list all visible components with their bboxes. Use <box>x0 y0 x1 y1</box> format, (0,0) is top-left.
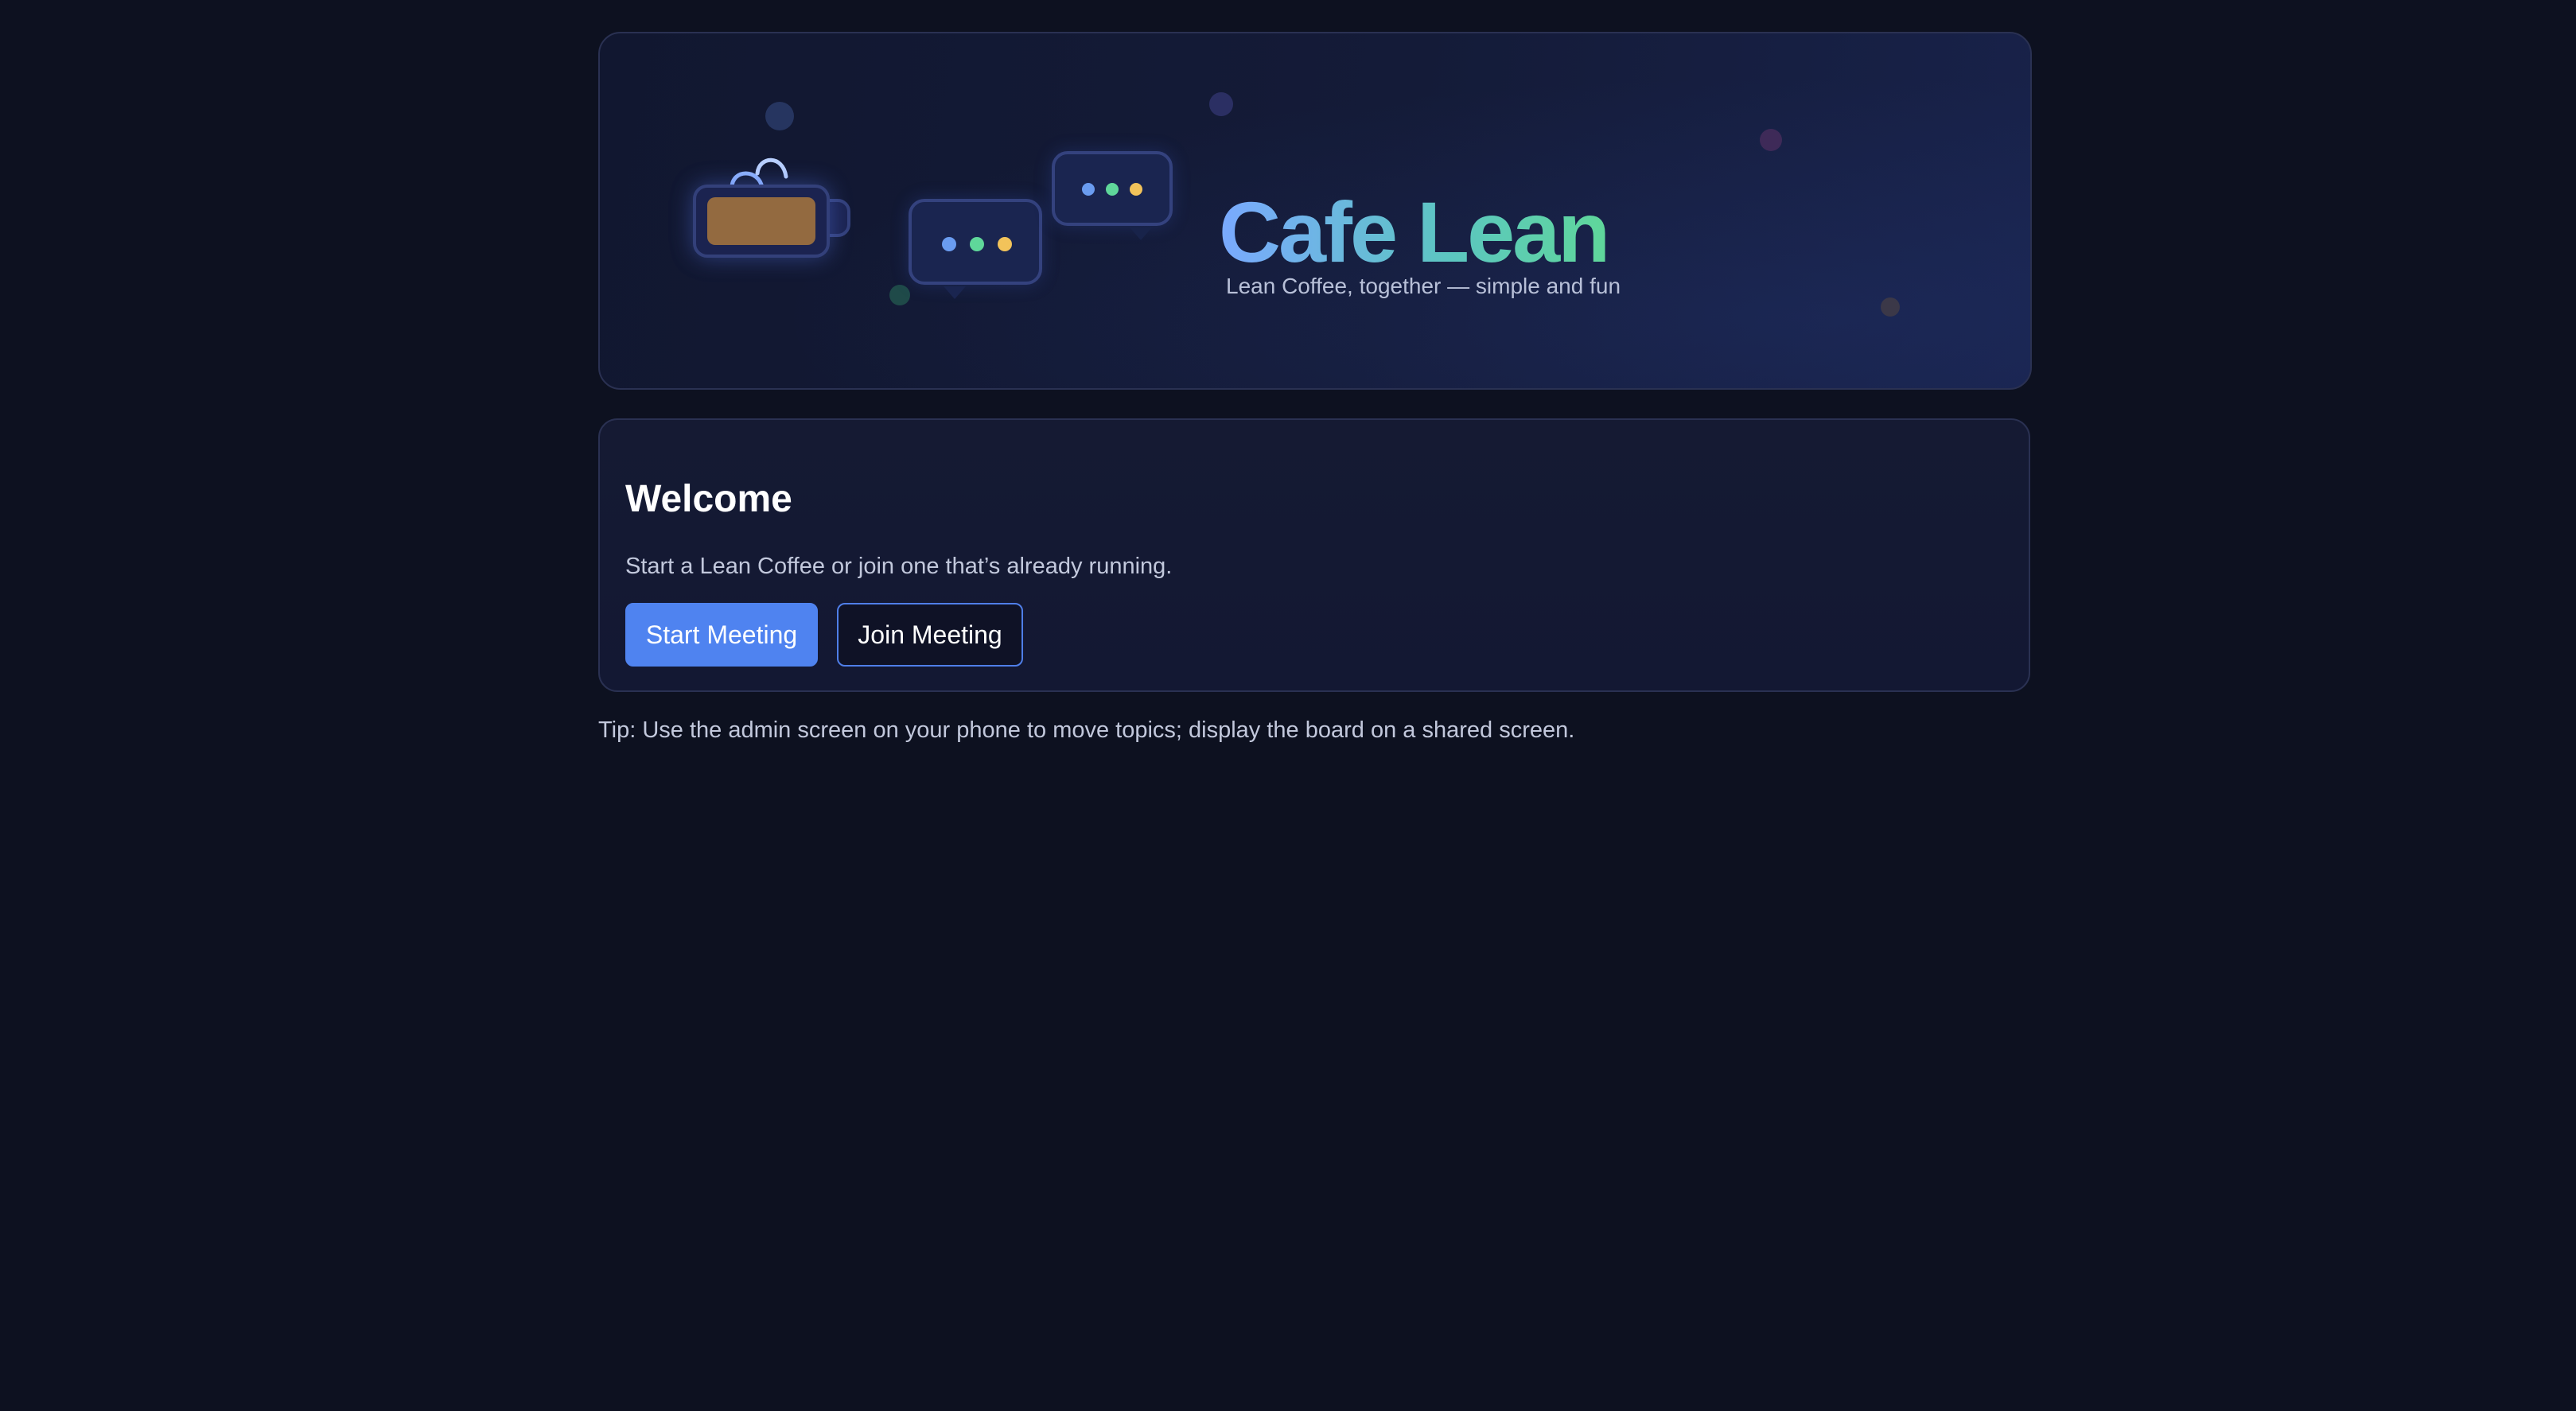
bubble-dot-yellow <box>1130 183 1142 196</box>
chat-bubble-icon <box>909 199 1042 285</box>
coffee-mug-icon <box>693 185 830 258</box>
bubble-dot-blue <box>1082 183 1095 196</box>
welcome-title: Welcome <box>625 478 792 520</box>
brand-title: Cafe Lean <box>1219 184 1610 280</box>
tip-text: Tip: Use the admin screen on your phone … <box>598 717 1575 743</box>
hero-banner: Cafe Lean Lean Coffee, together — simple… <box>598 32 2032 390</box>
chat-bubble-tail <box>944 286 966 299</box>
bubble-dot-blue <box>942 237 956 251</box>
bubble-dot-green <box>970 237 984 251</box>
bubble-dot-yellow <box>998 237 1012 251</box>
page: Cafe Lean Lean Coffee, together — simple… <box>0 0 2576 1411</box>
coffee-fill <box>707 197 815 245</box>
bubble-dot-green <box>1106 183 1119 196</box>
chat-bubble-icon <box>1052 151 1173 226</box>
decorative-dot <box>1209 92 1233 116</box>
decorative-dot <box>765 102 794 130</box>
chat-bubble-tail <box>1130 227 1152 240</box>
start-meeting-button[interactable]: Start Meeting <box>625 603 818 667</box>
decorative-dot <box>1881 297 1900 317</box>
welcome-text: Start a Lean Coffee or join one that’s a… <box>625 554 1173 579</box>
welcome-card: Welcome Start a Lean Coffee or join one … <box>598 418 2030 692</box>
decorative-dot <box>889 285 910 305</box>
join-meeting-button[interactable]: Join Meeting <box>837 603 1023 667</box>
brand-tagline: Lean Coffee, together — simple and fun <box>1226 274 1621 298</box>
decorative-dot <box>1760 129 1782 151</box>
